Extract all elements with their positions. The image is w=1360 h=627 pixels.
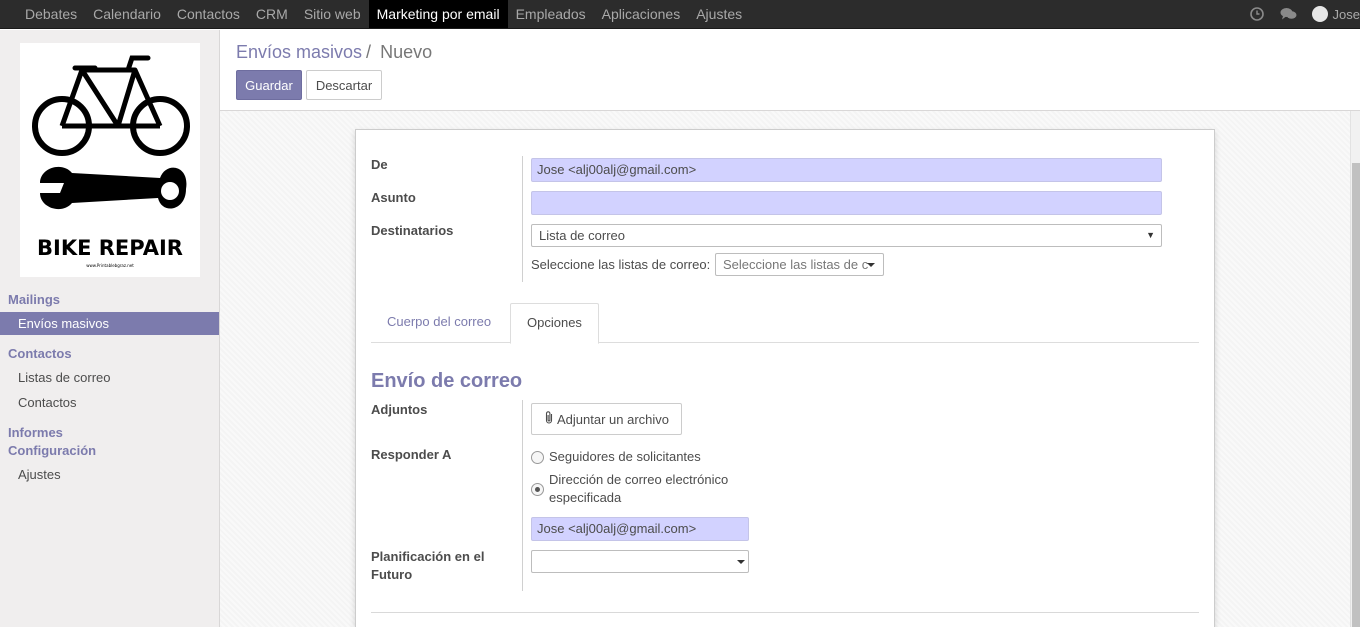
logo-text: BIKE REPAIR [37, 236, 183, 260]
breadcrumb: Envíos masivos / Nuevo [236, 42, 432, 63]
sidebar-item-ajustes[interactable]: Ajustes [0, 463, 219, 486]
mailing-lists-placeholder: Seleccione las listas de c [723, 257, 869, 272]
discard-button[interactable]: Descartar [306, 70, 382, 100]
subject-field[interactable] [531, 191, 1162, 215]
scrollbar-thumb[interactable] [1352, 163, 1360, 627]
recipients-select[interactable]: Lista de correo ▼ [531, 224, 1162, 247]
chevron-down-icon: ▼ [1146, 230, 1155, 240]
recipients-select-value: Lista de correo [539, 228, 625, 243]
logo-small-text: www.Printablebgraz.net [86, 263, 134, 268]
app-menu: Debates Calendario Contactos CRM Sitio w… [17, 0, 750, 28]
menu-item-marketing-email[interactable]: Marketing por email [368, 0, 508, 28]
reply-email-radio[interactable] [531, 483, 544, 496]
breadcrumb-separator: / [366, 42, 372, 62]
sidebar-item-listas-de-correo[interactable]: Listas de correo [0, 366, 219, 389]
menu-item-aplicaciones[interactable]: Aplicaciones [594, 0, 689, 28]
control-panel: Envíos masivos / Nuevo Guardar Descartar [220, 30, 1360, 111]
form-divider [371, 612, 1199, 613]
user-menu[interactable]: Jose [1311, 6, 1360, 22]
avatar [1311, 6, 1328, 22]
attachments-label: Adjuntos [371, 402, 428, 417]
reply-email-label-line1: Dirección de correo electrónico [549, 472, 729, 487]
breadcrumb-parent[interactable]: Envíos masivos [236, 42, 362, 62]
user-name: Jose [1332, 6, 1360, 22]
reply-to-label: Responder A [371, 447, 452, 462]
clock-icon[interactable] [1248, 5, 1266, 23]
mailing-lists-select[interactable]: Seleccione las listas de c [715, 253, 884, 276]
reply-followers-label: Seguidores de solicitantes [549, 449, 701, 464]
breadcrumb-current: Nuevo [380, 42, 433, 62]
reply-followers-radio[interactable] [531, 451, 544, 464]
menu-item-crm[interactable]: CRM [248, 0, 296, 28]
caret-down-icon [737, 560, 745, 564]
schedule-label-line1: Planificación en el [371, 549, 485, 564]
from-label: De [371, 157, 388, 172]
subject-label: Asunto [371, 190, 416, 205]
notebook-tabs: Cuerpo del correo Opciones [371, 303, 1199, 344]
mailing-lists-label: Seleccione las listas de correo: [531, 257, 711, 272]
options-field-separator [522, 400, 523, 591]
reply-email-label-line2: especificada [549, 490, 622, 505]
tab-opciones[interactable]: Opciones [510, 303, 599, 344]
top-navbar: Debates Calendario Contactos CRM Sitio w… [0, 0, 1360, 29]
section-title-envio: Envío de correo [371, 370, 523, 392]
menu-item-empleados[interactable]: Empleados [508, 0, 594, 28]
caret-down-icon [867, 263, 875, 267]
reply-to-email-field[interactable]: Jose <alj00alj@gmail.com> [531, 517, 749, 541]
sidebar: BIKE REPAIR www.Printablebgraz.net Maili… [0, 30, 220, 627]
tab-cuerpo-del-correo[interactable]: Cuerpo del correo [371, 303, 507, 343]
sidebar-section-informes[interactable]: Informes [8, 425, 63, 440]
chat-icon[interactable] [1280, 5, 1298, 23]
sidebar-item-contactos[interactable]: Contactos [0, 391, 219, 414]
schedule-label-line2: Futuro [371, 567, 413, 582]
scrollbar[interactable] [1350, 111, 1360, 627]
save-button[interactable]: Guardar [236, 70, 302, 100]
sidebar-section-mailings[interactable]: Mailings [8, 292, 60, 307]
menu-item-sitio-web[interactable]: Sitio web [296, 0, 369, 28]
from-field[interactable]: Jose <alj00alj@gmail.com> [531, 158, 1162, 182]
attach-file-label: Adjuntar un archivo [556, 411, 669, 427]
attach-file-button[interactable]: Adjuntar un archivo [531, 403, 682, 435]
menu-item-debates[interactable]: Debates [17, 0, 85, 28]
field-separator [522, 156, 523, 282]
paperclip-icon [544, 411, 554, 427]
sidebar-section-configuracion[interactable]: Configuración [8, 443, 96, 458]
menu-item-calendario[interactable]: Calendario [85, 0, 169, 28]
recipients-label: Destinatarios [371, 223, 454, 238]
menu-item-ajustes[interactable]: Ajustes [688, 0, 750, 28]
sidebar-section-contactos[interactable]: Contactos [8, 346, 72, 361]
schedule-date-select[interactable] [531, 550, 749, 573]
menu-item-contactos[interactable]: Contactos [169, 0, 248, 28]
company-logo: BIKE REPAIR www.Printablebgraz.net [20, 43, 200, 277]
sidebar-item-envios-masivos[interactable]: Envíos masivos [0, 312, 219, 335]
